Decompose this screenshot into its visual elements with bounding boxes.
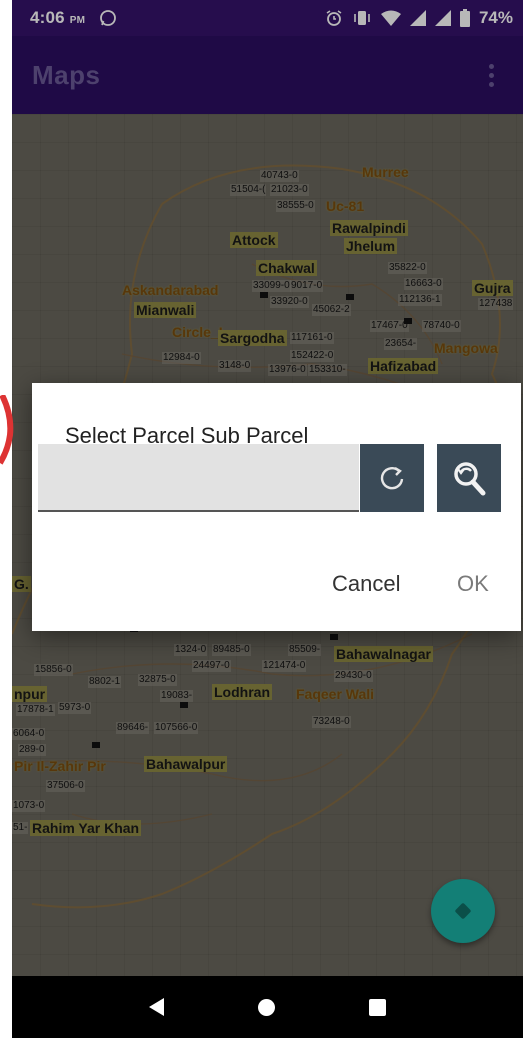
zoom-search-icon bbox=[454, 462, 486, 496]
device-screen: 4:06 PM 74% Maps 40743-0 Murree 51504-(… bbox=[12, 0, 523, 1038]
home-icon[interactable] bbox=[258, 998, 275, 1016]
cancel-button[interactable]: Cancel bbox=[332, 571, 400, 597]
annotation-arrow-icon bbox=[0, 395, 14, 465]
recents-icon[interactable] bbox=[369, 998, 386, 1016]
zoom-search-button[interactable] bbox=[437, 444, 501, 512]
location-fab[interactable] bbox=[431, 879, 495, 943]
back-icon[interactable] bbox=[149, 998, 164, 1016]
system-nav-bar bbox=[12, 976, 523, 1038]
navigation-diamond-icon bbox=[454, 902, 472, 920]
ok-button[interactable]: OK bbox=[457, 571, 489, 597]
refresh-button[interactable] bbox=[360, 444, 424, 512]
refresh-icon bbox=[380, 466, 404, 490]
parcel-input[interactable] bbox=[38, 444, 359, 512]
select-parcel-dialog: Select Parcel Sub Parcel Cancel OK bbox=[32, 383, 521, 631]
